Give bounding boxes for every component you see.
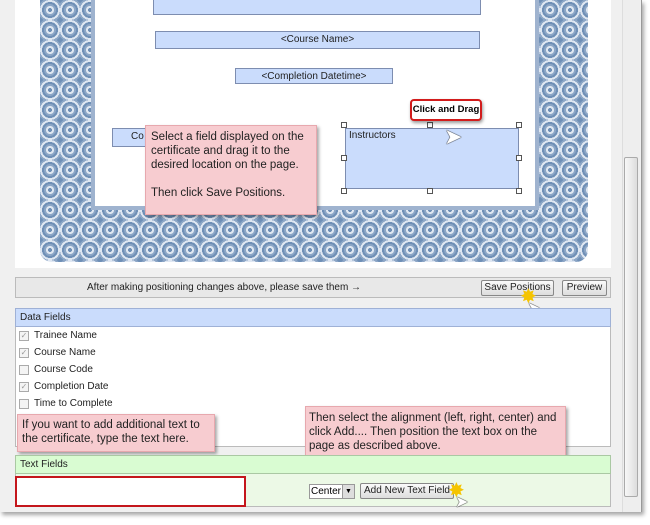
callout-alignment: Then select the alignment (left, right, … — [305, 406, 566, 458]
callout-add-text: If you want to add additional text to th… — [17, 414, 215, 452]
alignment-value: Center — [311, 486, 342, 497]
field-completion-datetime[interactable]: <Completion Datetime> — [235, 68, 393, 84]
label: Trainee Name — [34, 330, 97, 341]
resize-handle[interactable] — [341, 122, 347, 128]
click-and-drag-bubble: Click and Drag — [410, 99, 482, 121]
checkbox[interactable]: ✓ — [19, 381, 29, 392]
callout-select-field: Select a field displayed on the certific… — [145, 125, 317, 215]
scrollbar-thumb[interactable] — [624, 157, 638, 497]
label: Course Code — [34, 364, 93, 375]
label: Completion Date — [34, 381, 109, 392]
resize-handle[interactable] — [341, 188, 347, 194]
data-field-completion-date[interactable]: ✓ Completion Date — [19, 381, 108, 392]
text-field-input[interactable] — [15, 476, 246, 507]
data-field-course-code[interactable]: Course Code — [19, 364, 93, 375]
save-message: After making positioning changes above, … — [87, 282, 362, 293]
resize-handle[interactable] — [427, 188, 433, 194]
resize-handle[interactable] — [516, 122, 522, 128]
checkbox[interactable]: ✓ — [19, 347, 29, 358]
label: Time to Complete — [34, 398, 113, 409]
cursor-icon: ➤ — [444, 124, 463, 149]
save-positions-button[interactable]: Save Positions — [481, 280, 554, 296]
resize-handle[interactable] — [516, 188, 522, 194]
data-fields-header: Data Fields — [15, 308, 611, 327]
callout-text: Then click Save Positions. — [151, 187, 286, 199]
cursor-icon: ➤ — [455, 494, 469, 511]
field-instructors[interactable]: Instructors — [345, 128, 519, 189]
label: Course Name — [34, 347, 96, 358]
resize-handle[interactable] — [427, 122, 433, 128]
field-course-name[interactable]: <Course Name> — [155, 31, 480, 49]
chevron-down-icon[interactable]: ▼ — [342, 485, 354, 498]
alignment-select[interactable]: Center ▼ — [309, 484, 355, 499]
checkbox[interactable]: ✓ — [19, 330, 29, 341]
text-fields-header: Text Fields — [15, 455, 611, 474]
add-new-text-field-button[interactable]: Add New Text Field — [360, 483, 454, 499]
data-field-trainee-name[interactable]: ✓ Trainee Name — [19, 330, 97, 341]
resize-handle[interactable] — [341, 155, 347, 161]
resize-handle[interactable] — [516, 155, 522, 161]
checkbox[interactable] — [19, 398, 29, 409]
callout-text: Select a field displayed on the certific… — [151, 131, 304, 171]
data-field-course-name[interactable]: ✓ Course Name — [19, 347, 96, 358]
data-field-time-to-complete[interactable]: Time to Complete — [19, 398, 113, 409]
checkbox[interactable] — [19, 364, 29, 375]
preview-button[interactable]: Preview — [562, 280, 607, 296]
field-trainee-name[interactable] — [153, 0, 481, 15]
